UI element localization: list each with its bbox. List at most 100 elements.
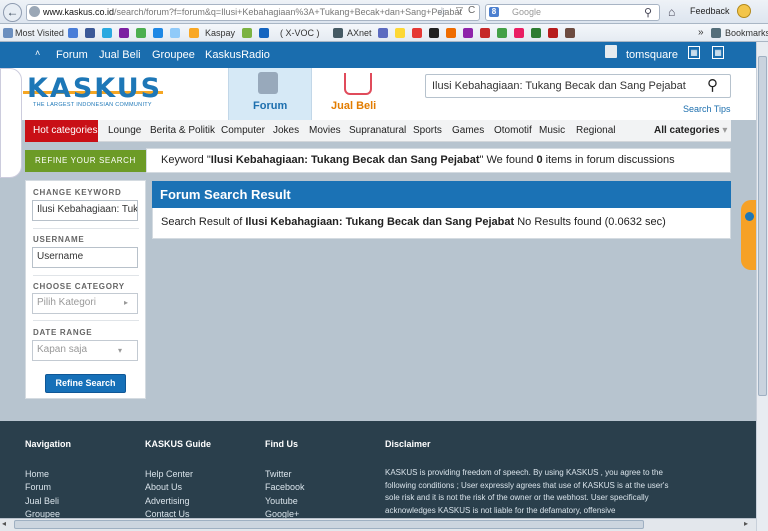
category-jokes[interactable]: Jokes bbox=[273, 125, 299, 136]
footer-link-home[interactable]: Home bbox=[25, 469, 49, 479]
footer-disclaimer-text: KASKUS is providing freedom of speech. B… bbox=[385, 468, 669, 515]
bookmark-icon[interactable] bbox=[136, 28, 146, 38]
bookmark-icon[interactable] bbox=[378, 28, 388, 38]
mascot-right-image bbox=[741, 200, 756, 270]
bookmark-icon[interactable] bbox=[497, 28, 507, 38]
kaskus-logo[interactable]: KASKUS bbox=[27, 73, 162, 104]
category-regional[interactable]: Regional bbox=[576, 125, 615, 136]
bookmark-icon[interactable] bbox=[259, 28, 269, 38]
category-select[interactable]: Pilih Kategori bbox=[32, 293, 138, 314]
bookmark-icon[interactable] bbox=[153, 28, 163, 38]
bookmarks-menu[interactable]: Bookmarks bbox=[725, 28, 768, 38]
chevron-up-icon[interactable]: ˄ bbox=[35, 48, 40, 58]
category-music[interactable]: Music bbox=[539, 125, 565, 136]
url-bar[interactable]: www.kaskus.co.id/search/forum?f=forum&q=… bbox=[26, 4, 480, 21]
browser-search-input[interactable]: Google bbox=[485, 4, 660, 21]
footer-link-jualbeli[interactable]: Jual Beli bbox=[25, 496, 59, 506]
google-bookmark-icon[interactable] bbox=[68, 28, 78, 38]
youtube-bookmark-icon[interactable] bbox=[412, 28, 422, 38]
bookmark-icon[interactable] bbox=[429, 28, 439, 38]
footer-link-twitter[interactable]: Twitter bbox=[265, 469, 292, 479]
footer-link-facebook[interactable]: Facebook bbox=[265, 482, 305, 492]
bookmark-icon[interactable] bbox=[548, 28, 558, 38]
shopping-cart-icon bbox=[344, 73, 372, 95]
category-lounge[interactable]: Lounge bbox=[108, 125, 141, 136]
vertical-scrollbar-thumb[interactable] bbox=[758, 56, 767, 396]
search-input[interactable]: Ilusi Kebahagiaan: Tukang Becak dan Sang… bbox=[425, 74, 731, 98]
footer-link-advertising[interactable]: Advertising bbox=[145, 496, 190, 506]
change-keyword-input[interactable]: Ilusi Kebahagiaan: Tuk bbox=[32, 200, 138, 221]
xvoc-link[interactable]: ( X-VOC ) bbox=[280, 28, 320, 38]
footer-link-about-us[interactable]: About Us bbox=[145, 482, 182, 492]
tab-forum-label[interactable]: Forum bbox=[253, 100, 287, 112]
scroll-left-arrow-icon[interactable]: ◂ bbox=[2, 519, 6, 528]
facebook-bookmark-icon[interactable] bbox=[85, 28, 95, 38]
daterange-label: DATE RANGE bbox=[33, 328, 93, 337]
category-games[interactable]: Games bbox=[452, 125, 484, 136]
result-prefix: Search Result of bbox=[161, 216, 246, 228]
most-visited-link[interactable]: Most Visited bbox=[15, 28, 64, 38]
scroll-right-arrow-icon[interactable]: ▸ bbox=[744, 519, 748, 528]
kaspay-link[interactable]: Kaspay bbox=[205, 28, 235, 38]
divider bbox=[33, 320, 139, 321]
notification-icon[interactable]: ▦ bbox=[688, 46, 700, 59]
bookmark-icon[interactable] bbox=[170, 28, 180, 38]
bookmark-icon[interactable] bbox=[395, 28, 405, 38]
feedback-button[interactable]: Feedback bbox=[690, 6, 730, 16]
axnet-link[interactable]: AXnet bbox=[347, 28, 372, 38]
category-supranatural[interactable]: Supranatural bbox=[349, 125, 406, 136]
category-sports[interactable]: Sports bbox=[413, 125, 442, 136]
bookmark-icon[interactable] bbox=[446, 28, 456, 38]
hot-categories-tab[interactable]: Hot categories bbox=[25, 120, 98, 142]
topnav-jualbeli[interactable]: Jual Beli bbox=[99, 49, 141, 61]
smiley-icon[interactable] bbox=[737, 4, 751, 18]
horizontal-scrollbar-thumb[interactable] bbox=[14, 520, 644, 529]
bookmark-icon[interactable] bbox=[514, 28, 524, 38]
footer-navigation-title: Navigation bbox=[25, 439, 72, 449]
avatar[interactable] bbox=[605, 45, 617, 58]
reload-icon[interactable]: C bbox=[468, 5, 475, 16]
site-identity-icon[interactable] bbox=[29, 6, 40, 17]
refine-search-button[interactable]: Refine Search bbox=[45, 374, 126, 393]
yahoo-bookmark-icon[interactable] bbox=[119, 28, 129, 38]
bookmark-icon[interactable] bbox=[565, 28, 575, 38]
topnav-groupee[interactable]: Groupee bbox=[152, 49, 195, 61]
search-tips-link[interactable]: Search Tips bbox=[683, 104, 731, 114]
bookmark-icon[interactable] bbox=[189, 28, 199, 38]
footer-findus-title: Find Us bbox=[265, 439, 298, 449]
all-categories-dropdown[interactable]: All categories ▾ bbox=[654, 125, 727, 136]
search-icon[interactable]: ⚲ bbox=[707, 76, 718, 94]
bookmark-icon[interactable] bbox=[480, 28, 490, 38]
tab-jualbeli-label[interactable]: Jual Beli bbox=[331, 100, 376, 112]
search-icon[interactable]: ⚲ bbox=[644, 6, 652, 19]
twitter-bookmark-icon[interactable] bbox=[102, 28, 112, 38]
category-berita-politik[interactable]: Berita & Politik bbox=[150, 125, 215, 136]
bookmark-icon[interactable] bbox=[463, 28, 473, 38]
bookmark-star-icon[interactable]: ☆ bbox=[437, 5, 447, 18]
keyword-mid: " We found bbox=[479, 154, 537, 166]
category-otomotif[interactable]: Otomotif bbox=[494, 125, 532, 136]
back-button[interactable]: ← bbox=[3, 3, 22, 22]
username-link[interactable]: tomsquare bbox=[626, 49, 678, 61]
daterange-select[interactable]: Kapan saja bbox=[32, 340, 138, 361]
category-computer[interactable]: Computer bbox=[221, 125, 265, 136]
bookmark-icon[interactable] bbox=[531, 28, 541, 38]
divider bbox=[33, 275, 139, 276]
settings-icon[interactable]: ▦ bbox=[712, 46, 724, 59]
url-domain: www.kaskus.co.id bbox=[43, 7, 115, 17]
username-input[interactable]: Username bbox=[32, 247, 138, 268]
bookmark-icon[interactable] bbox=[333, 28, 343, 38]
bookmark-icon[interactable] bbox=[242, 28, 252, 38]
topnav-kaskusradio[interactable]: KaskusRadio bbox=[205, 49, 270, 61]
footer-link-help-center[interactable]: Help Center bbox=[145, 469, 193, 479]
change-keyword-label: CHANGE KEYWORD bbox=[33, 188, 122, 197]
home-icon[interactable]: ⌂ bbox=[668, 5, 675, 19]
google-icon[interactable]: 8 bbox=[489, 7, 499, 17]
url-dropdown-icon[interactable]: ▽ bbox=[456, 5, 463, 16]
footer-link-forum[interactable]: Forum bbox=[25, 482, 51, 492]
chevron-down-icon: ▾ bbox=[722, 125, 728, 136]
category-movies[interactable]: Movies bbox=[309, 125, 341, 136]
bookmarks-overflow-chevron[interactable]: » bbox=[698, 27, 704, 38]
topnav-forum[interactable]: Forum bbox=[56, 49, 88, 61]
footer-link-youtube[interactable]: Youtube bbox=[265, 496, 298, 506]
